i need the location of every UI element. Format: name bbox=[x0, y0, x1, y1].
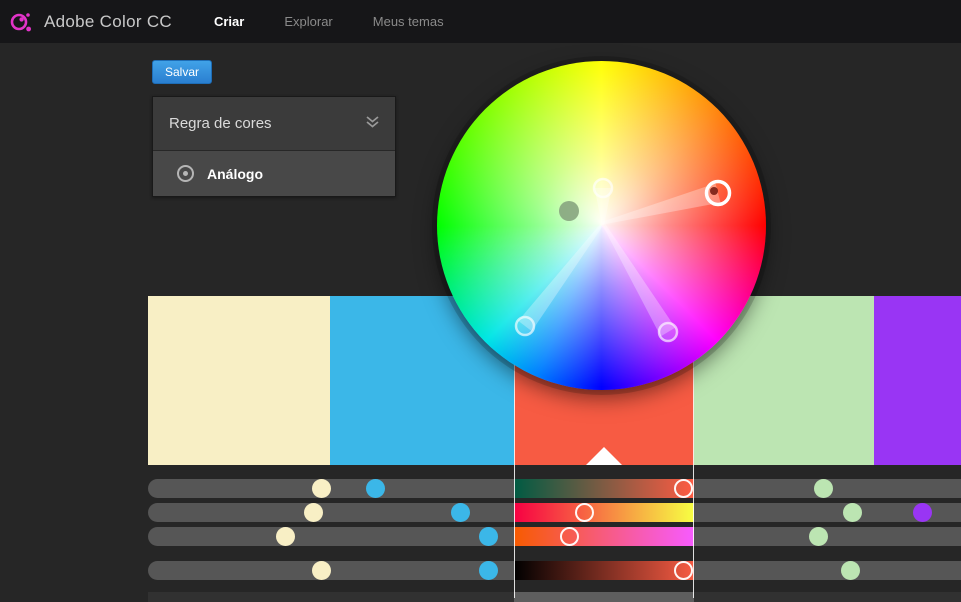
hex-field-partial bbox=[514, 592, 694, 602]
slider-track-v[interactable] bbox=[148, 561, 961, 580]
marker-green[interactable] bbox=[559, 201, 579, 221]
slider-track-b[interactable] bbox=[148, 527, 961, 546]
slider-track-r[interactable] bbox=[148, 479, 961, 498]
adobe-color-logo-icon[interactable] bbox=[8, 9, 34, 35]
slider-gradient-v bbox=[514, 561, 694, 580]
slider-handle-g-swatch-5[interactable] bbox=[913, 503, 932, 522]
slider-handle-b-swatch-4[interactable] bbox=[809, 527, 828, 546]
color-rule-panel: Regra de cores Análogo bbox=[152, 96, 396, 197]
slider-handle-b-swatch-1[interactable] bbox=[276, 527, 295, 546]
slider-handle-v-swatch-2[interactable] bbox=[479, 561, 498, 580]
swatch-5[interactable] bbox=[874, 296, 961, 465]
slider-gradient-b bbox=[514, 527, 694, 546]
marker-base-beam bbox=[603, 183, 721, 224]
radio-selected-icon bbox=[177, 165, 194, 182]
top-nav-tabs: Criar Explorar Meus temas bbox=[214, 14, 444, 29]
marker-base-notch bbox=[710, 187, 718, 195]
marker-blue[interactable] bbox=[516, 317, 534, 335]
color-rule-header[interactable]: Regra de cores bbox=[153, 97, 395, 151]
save-button[interactable]: Salvar bbox=[152, 60, 212, 84]
rule-item-analogous[interactable]: Análogo bbox=[153, 151, 395, 196]
app-title: Adobe Color CC bbox=[44, 12, 172, 32]
slider-handle-g-swatch-1[interactable] bbox=[304, 503, 323, 522]
swatch-1[interactable] bbox=[148, 296, 330, 465]
slider-gradient-r bbox=[514, 479, 694, 498]
slider-handle-r-swatch-4[interactable] bbox=[814, 479, 833, 498]
color-rule-title: Regra de cores bbox=[169, 115, 272, 132]
tab-criar[interactable]: Criar bbox=[214, 14, 244, 29]
rule-item-label: Análogo bbox=[207, 166, 263, 182]
slider-handle-r-swatch-2[interactable] bbox=[366, 479, 385, 498]
marker-purple-beam bbox=[602, 222, 676, 336]
marker-blue-beam bbox=[518, 222, 604, 331]
slider-gradient-g bbox=[514, 503, 694, 522]
marker-cream-beam bbox=[595, 188, 612, 223]
chevron-double-down-icon bbox=[364, 114, 381, 134]
top-nav-bar: Adobe Color CC Criar Explorar Meus temas bbox=[0, 0, 961, 43]
slider-handle-selected-b[interactable] bbox=[560, 527, 579, 546]
marker-cream[interactable] bbox=[594, 179, 612, 197]
slider-handle-g-swatch-4[interactable] bbox=[843, 503, 862, 522]
tab-meus-temas[interactable]: Meus temas bbox=[373, 14, 444, 29]
color-wheel[interactable] bbox=[437, 61, 766, 390]
slider-track-g[interactable] bbox=[148, 503, 961, 522]
marker-base[interactable] bbox=[707, 182, 730, 205]
marker-purple[interactable] bbox=[659, 323, 677, 341]
slider-handle-b-swatch-2[interactable] bbox=[479, 527, 498, 546]
slider-handle-selected-r[interactable] bbox=[674, 479, 693, 498]
tab-explorar[interactable]: Explorar bbox=[284, 14, 332, 29]
slider-handle-g-swatch-2[interactable] bbox=[451, 503, 470, 522]
